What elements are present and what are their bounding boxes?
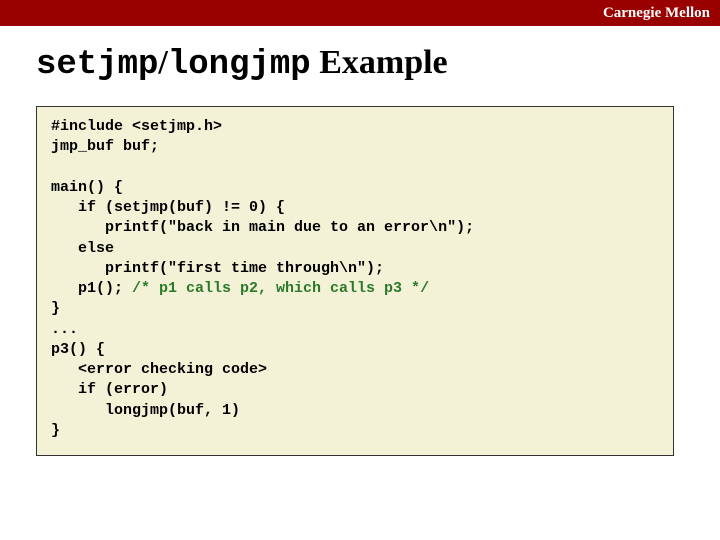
code-line: jmp_buf buf; <box>51 138 159 155</box>
slide-content: setjmp/longjmp Example #include <setjmp.… <box>0 26 720 456</box>
code-line: if (error) <box>51 381 168 398</box>
code-line: p1(); <box>51 280 132 297</box>
code-line: main() { <box>51 179 123 196</box>
code-listing: #include <setjmp.h> jmp_buf buf; main() … <box>51 117 659 441</box>
code-line: ... <box>51 321 78 338</box>
slide-title: setjmp/longjmp Example <box>36 44 684 84</box>
title-rest: Example <box>311 44 448 81</box>
code-box: #include <setjmp.h> jmp_buf buf; main() … <box>36 106 674 456</box>
code-line: } <box>51 422 60 439</box>
code-line: #include <setjmp.h> <box>51 118 222 135</box>
title-code-1: setjmp <box>36 46 158 84</box>
code-line: else <box>51 240 114 257</box>
code-line: printf("back in main due to an error\n")… <box>51 219 474 236</box>
brand-label: Carnegie Mellon <box>603 5 710 22</box>
title-sep: / <box>158 44 167 81</box>
code-line: longjmp(buf, 1) <box>51 402 240 419</box>
header-bar: Carnegie Mellon <box>0 0 720 26</box>
code-line: if (setjmp(buf) != 0) { <box>51 199 285 216</box>
title-code-2: longjmp <box>168 46 311 84</box>
code-line: p3() { <box>51 341 105 358</box>
code-line: } <box>51 300 60 317</box>
code-line: <error checking code> <box>51 361 267 378</box>
code-line: printf("first time through\n"); <box>51 260 384 277</box>
code-comment: /* p1 calls p2, which calls p3 */ <box>132 280 429 297</box>
